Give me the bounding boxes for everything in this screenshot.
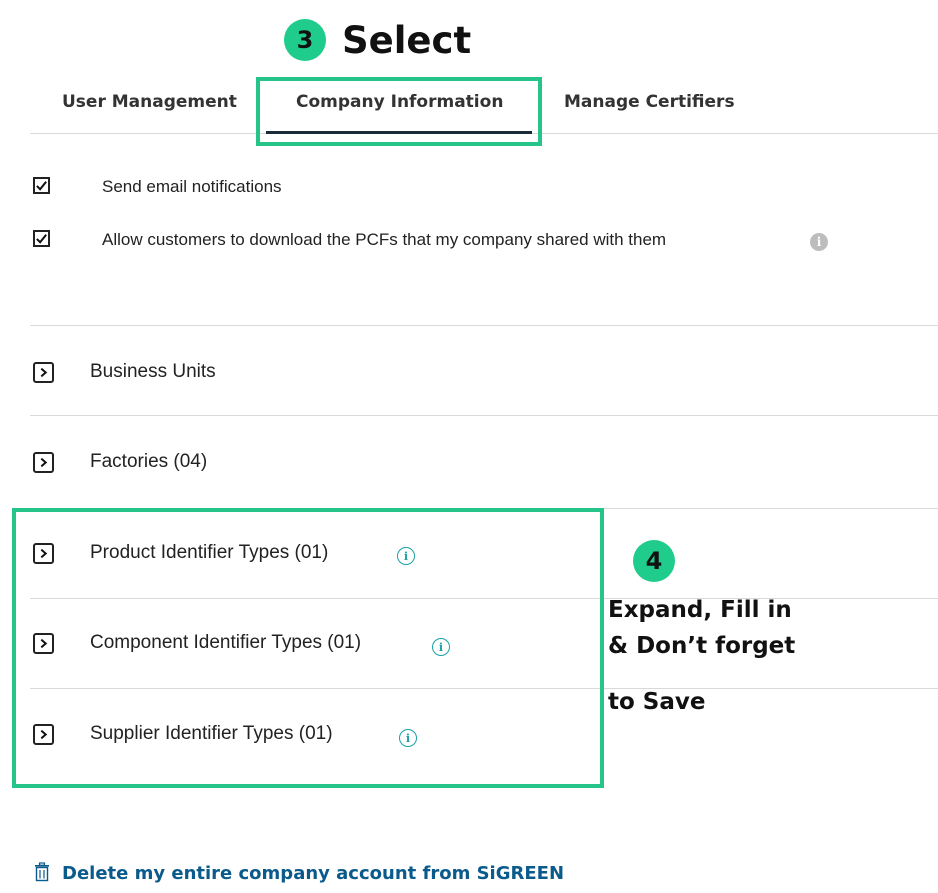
tab-user-management[interactable]: User Management bbox=[62, 92, 237, 112]
step-4-title-line-1: Expand, Fill in bbox=[608, 597, 792, 623]
trash-icon bbox=[35, 862, 49, 882]
step-4-badge: 4 bbox=[633, 540, 675, 582]
checkmark-icon bbox=[36, 234, 47, 244]
send-email-notifications-checkbox[interactable] bbox=[33, 177, 50, 194]
section-factories-label: Factories (04) bbox=[90, 451, 208, 472]
send-email-notifications-label: Send email notifications bbox=[102, 177, 282, 196]
step-3-badge: 3 bbox=[284, 19, 326, 61]
step-4-title-line-3: to Save bbox=[608, 689, 706, 715]
delete-company-account-link[interactable]: Delete my entire company account from Si… bbox=[62, 863, 564, 884]
chevron-right-icon bbox=[40, 457, 48, 468]
allow-download-pcfs-label: Allow customers to download the PCFs tha… bbox=[102, 230, 667, 249]
step-3-title: Select bbox=[342, 19, 472, 62]
step-3-highlight-box bbox=[256, 77, 542, 146]
section-business-units-label: Business Units bbox=[90, 361, 216, 382]
section-divider bbox=[30, 415, 938, 416]
expand-business-units-button[interactable] bbox=[33, 362, 54, 383]
tab-manage-certifiers[interactable]: Manage Certifiers bbox=[564, 92, 735, 112]
step-4-title-line-2: & Don’t forget bbox=[608, 633, 796, 659]
expand-factories-button[interactable] bbox=[33, 452, 54, 473]
checkmark-icon bbox=[36, 181, 47, 191]
chevron-right-icon bbox=[40, 367, 48, 378]
info-icon[interactable]: i bbox=[810, 233, 828, 251]
section-divider bbox=[30, 325, 938, 326]
allow-download-pcfs-checkbox[interactable] bbox=[33, 230, 50, 247]
step-4-highlight-box bbox=[12, 508, 604, 788]
